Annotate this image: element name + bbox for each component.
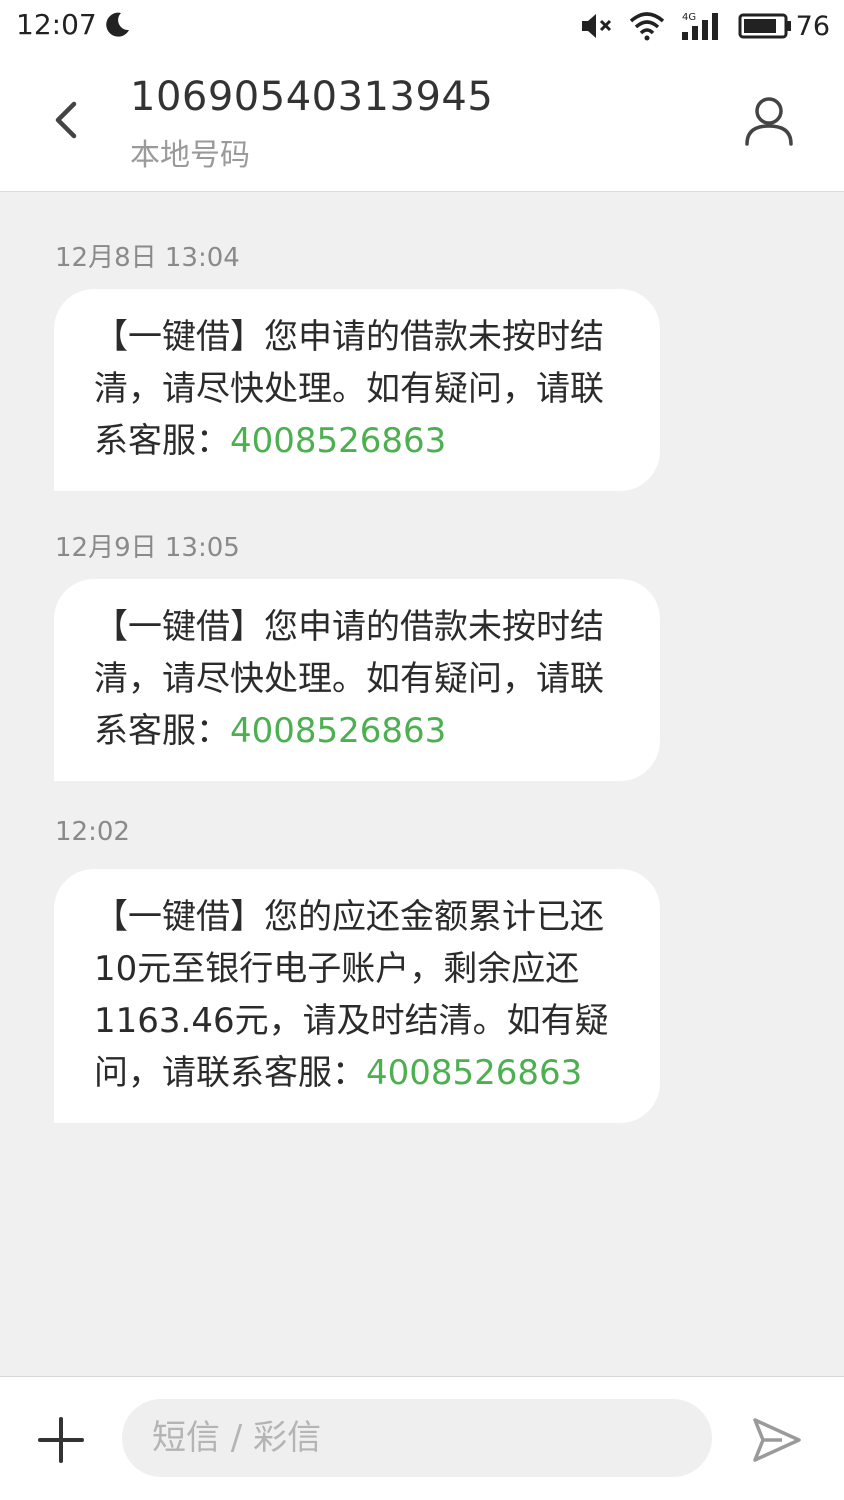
message-timestamp: 12:02 [55,817,130,847]
phone-link[interactable]: 4008526863 [230,711,446,751]
wifi-icon [629,12,664,41]
message-timestamp: 12月8日 13:04 [55,243,240,273]
send-icon[interactable] [752,1417,802,1463]
status-time: 12:07 [16,8,97,41]
phone-link[interactable]: 4008526863 [230,421,446,461]
network-label: 4G [682,12,696,23]
phone-link[interactable]: 4008526863 [366,1053,582,1093]
moon-icon [106,12,129,37]
contact-subtitle: 本地号码 [130,138,250,173]
battery-level: 76 [795,10,830,42]
conversation-header: 10690540313945 本地号码 [0,52,844,192]
message-bubble[interactable]: 【一键借】您申请的借款未按时结清，请尽快处理。如有疑问，请联系客服：400852… [54,579,660,781]
message-bubble[interactable]: 【一键借】您的应还金额累计已还10元至银行电子账户，剩余应还1163.46元，请… [54,869,660,1123]
signal-4g-icon: 4G [681,12,718,40]
composer-bar [0,1376,844,1500]
battery-icon [738,13,791,39]
message-timestamp: 12月9日 13:05 [55,533,240,563]
add-icon[interactable] [38,1417,84,1463]
status-icons: 4G 76 [580,8,830,44]
message-bubble[interactable]: 【一键借】您申请的借款未按时结清，请尽快处理。如有疑问，请联系客服：400852… [54,289,660,491]
status-bar: 12:07 4G 76 [0,0,844,52]
back-icon[interactable] [40,92,96,148]
contact-icon[interactable] [740,92,798,150]
message-input[interactable] [122,1399,712,1477]
mute-icon [581,14,611,38]
contact-number: 10690540313945 [130,74,494,120]
message-thread: 12月8日 13:04 【一键借】您申请的借款未按时结清，请尽快处理。如有疑问，… [0,193,844,1375]
